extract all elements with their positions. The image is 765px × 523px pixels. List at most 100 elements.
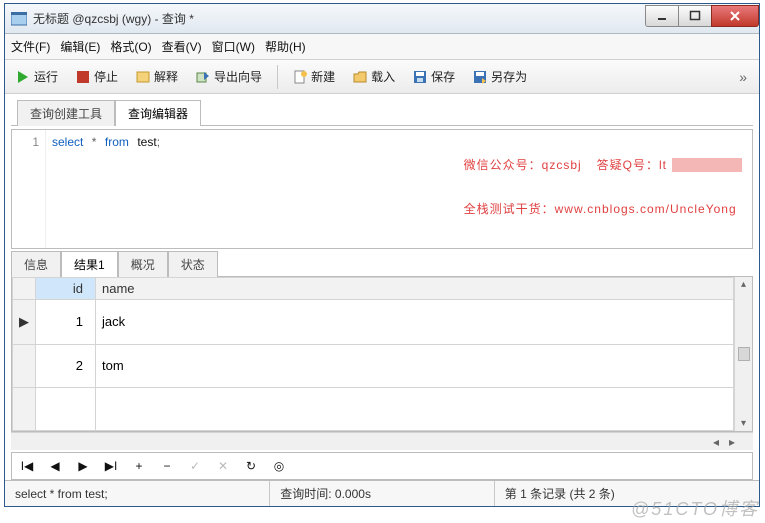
line-gutter: 1 — [12, 130, 46, 248]
tab-result1[interactable]: 结果1 — [61, 251, 118, 277]
table-row[interactable]: ▶ 1 jack — [13, 300, 734, 345]
ident-table: test — [137, 135, 156, 149]
new-icon — [293, 70, 307, 84]
op-star: * — [92, 135, 97, 149]
new-button[interactable]: 新建 — [286, 64, 342, 89]
watermark: 微信公众号：qzcsbj 答疑Q号：lt 全栈测试干货：www.cnblogs.… — [414, 132, 742, 242]
tab-info[interactable]: 信息 — [11, 251, 61, 277]
table-row-empty — [13, 387, 734, 430]
wm-wechat-label: 微信公众号： — [464, 158, 542, 172]
save-button[interactable]: 保存 — [406, 64, 462, 89]
scroll-grip[interactable] — [738, 347, 750, 361]
cell-name[interactable]: jack — [96, 300, 734, 345]
window-title: 无标题 @qzcsbj (wgy) - 查询 * — [33, 10, 646, 27]
menu-edit[interactable]: 编辑(E) — [60, 38, 100, 55]
toolbar-separator — [277, 65, 278, 89]
row-marker — [13, 344, 36, 387]
nav-cancel: ✕ — [216, 459, 230, 473]
new-label: 新建 — [311, 68, 335, 85]
toolbar-overflow-icon[interactable]: » — [739, 69, 755, 85]
tab-query-editor[interactable]: 查询编辑器 — [115, 100, 201, 126]
upper-tabstrip: 查询创建工具 查询编辑器 — [11, 98, 753, 126]
export-label: 导出向导 — [214, 68, 262, 85]
nav-refresh[interactable]: ↻ — [244, 459, 258, 473]
save-label: 保存 — [431, 68, 455, 85]
cell-id[interactable]: 1 — [36, 300, 96, 345]
stop-icon — [76, 70, 90, 84]
line-number: 1 — [32, 135, 39, 149]
load-label: 载入 — [371, 68, 395, 85]
minimize-button[interactable] — [645, 5, 679, 27]
saveas-label: 另存为 — [491, 68, 527, 85]
status-time-value: 0.000s — [335, 487, 371, 501]
saveas-icon — [473, 70, 487, 84]
nav-prev[interactable]: ◀ — [48, 459, 62, 473]
kw-from: from — [105, 135, 129, 149]
grid-wrap: id name ▶ 1 jack 2 tom — [11, 277, 753, 432]
corner-cell — [13, 278, 36, 300]
folder-icon — [353, 70, 367, 84]
result-grid[interactable]: id name ▶ 1 jack 2 tom — [12, 277, 734, 431]
tab-profile[interactable]: 概况 — [118, 251, 168, 277]
table-row[interactable]: 2 tom — [13, 344, 734, 387]
menu-window[interactable]: 窗口(W) — [212, 38, 255, 55]
menu-file[interactable]: 文件(F) — [11, 38, 50, 55]
explain-label: 解释 — [154, 68, 178, 85]
wm-blog-url: www.cnblogs.com/UncleYong — [555, 202, 737, 216]
app-window: 无标题 @qzcsbj (wgy) - 查询 * 文件(F) 编辑(E) 格式(… — [4, 3, 760, 507]
run-button[interactable]: 运行 — [9, 64, 65, 89]
explain-button[interactable]: 解释 — [129, 64, 185, 89]
maximize-button[interactable] — [678, 5, 712, 27]
record-navigator: I◀ ◀ ▶ ▶I + − ✓ ✕ ↻ ◎ — [11, 452, 753, 480]
nav-last[interactable]: ▶I — [104, 459, 118, 473]
nav-apply: ✓ — [188, 459, 202, 473]
nav-next[interactable]: ▶ — [76, 459, 90, 473]
status-query: select * from test; — [5, 481, 270, 506]
app-icon — [11, 12, 27, 26]
save-icon — [413, 70, 427, 84]
result-tabstrip: 信息 结果1 概况 状态 — [11, 251, 753, 277]
window-buttons — [646, 5, 759, 27]
stop-label: 停止 — [94, 68, 118, 85]
play-icon — [16, 70, 30, 84]
wm-redacted — [672, 158, 742, 172]
toolbar: 运行 停止 解释 导出向导 新建 载入 保存 另存为 — [5, 60, 759, 94]
code-area[interactable]: select * from test; 微信公众号：qzcsbj 答疑Q号：lt… — [46, 130, 752, 248]
export-button[interactable]: 导出向导 — [189, 64, 269, 89]
status-time-label: 查询时间: — [280, 485, 331, 502]
close-button[interactable] — [711, 5, 759, 27]
col-header-name[interactable]: name — [96, 278, 734, 300]
explain-icon — [136, 70, 150, 84]
cell-name[interactable]: tom — [96, 344, 734, 387]
titlebar: 无标题 @qzcsbj (wgy) - 查询 * — [5, 4, 759, 34]
menu-format[interactable]: 格式(O) — [110, 38, 151, 55]
vertical-scrollbar[interactable]: ▴ ▾ — [734, 277, 752, 431]
tab-status[interactable]: 状态 — [168, 251, 218, 277]
col-header-id[interactable]: id — [36, 278, 96, 300]
saveas-button[interactable]: 另存为 — [466, 64, 534, 89]
tab-query-builder[interactable]: 查询创建工具 — [17, 100, 115, 126]
scroll-down-icon[interactable]: ▾ — [741, 418, 746, 429]
scroll-up-icon[interactable]: ▴ — [741, 279, 746, 290]
sql-editor[interactable]: 1 select * from test; 微信公众号：qzcsbj 答疑Q号：… — [11, 129, 753, 249]
kw-select: select — [52, 135, 83, 149]
menu-view[interactable]: 查看(V) — [162, 38, 202, 55]
menubar: 文件(F) 编辑(E) 格式(O) 查看(V) 窗口(W) 帮助(H) — [5, 34, 759, 60]
op-semi: ; — [157, 135, 160, 149]
wm-qq-label: 答疑Q号： — [597, 158, 659, 172]
wm-wechat-val: qzcsbj — [542, 158, 582, 172]
results-panel: 信息 结果1 概况 状态 id name ▶ 1 jack — [11, 251, 753, 450]
cell-id[interactable]: 2 — [36, 344, 96, 387]
horizontal-scrollbar[interactable]: ◂ ▸ — [11, 432, 753, 450]
nav-stop[interactable]: ◎ — [272, 459, 286, 473]
stop-button[interactable]: 停止 — [69, 64, 125, 89]
row-marker: ▶ — [13, 300, 36, 345]
wm-blog-label: 全栈测试干货： — [464, 202, 555, 216]
export-icon — [196, 70, 210, 84]
nav-remove[interactable]: − — [160, 459, 174, 473]
load-button[interactable]: 载入 — [346, 64, 402, 89]
nav-first[interactable]: I◀ — [20, 459, 34, 473]
menu-help[interactable]: 帮助(H) — [265, 38, 306, 55]
editor-body[interactable]: 1 select * from test; 微信公众号：qzcsbj 答疑Q号：… — [12, 130, 752, 248]
nav-add[interactable]: + — [132, 459, 146, 473]
